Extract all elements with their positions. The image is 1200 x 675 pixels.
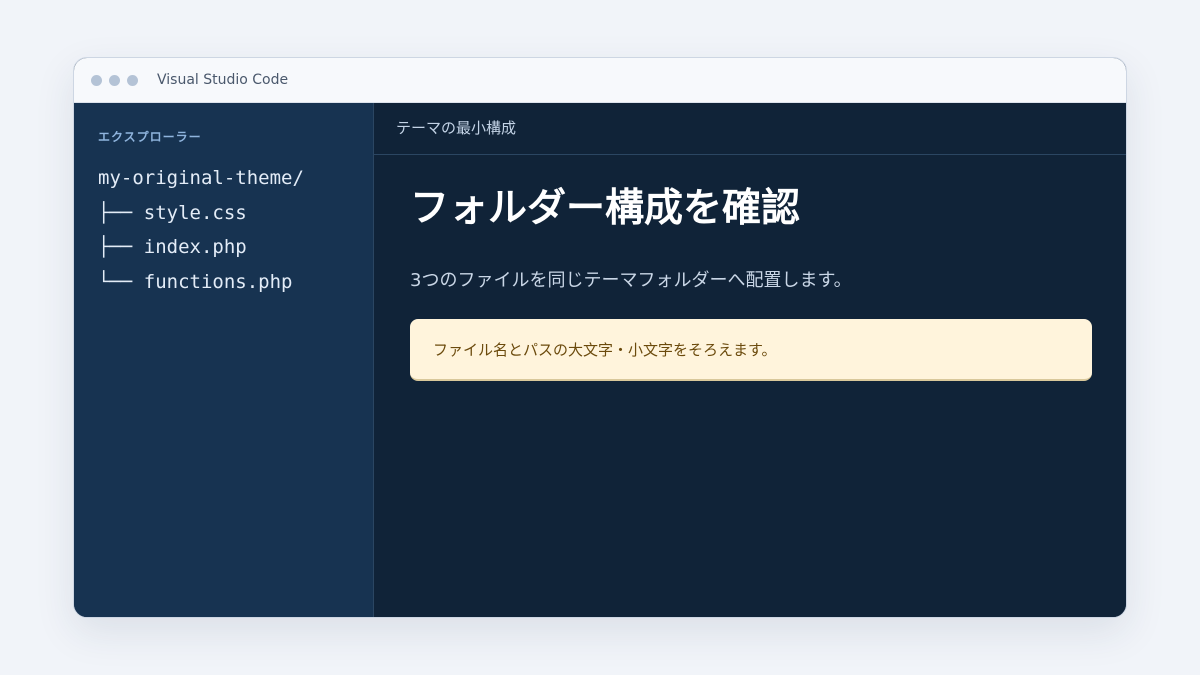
- vscode-window: Visual Studio Code エクスプローラー my-original-…: [73, 57, 1127, 618]
- title-bar: Visual Studio Code: [74, 58, 1126, 103]
- editor-area: テーマの最小構成 フォルダー構成を確認 3つのファイルを同じテーマフォルダーへ配…: [374, 103, 1126, 617]
- page-title: フォルダー構成を確認: [410, 186, 801, 231]
- window-title: Visual Studio Code: [157, 72, 289, 88]
- tree-item-index-php[interactable]: ├── index.php: [98, 230, 304, 265]
- description-text: 3つのファイルを同じテーマフォルダーへ配置します。: [410, 270, 852, 291]
- explorer-heading: エクスプローラー: [98, 130, 202, 144]
- tab-theme-minimum[interactable]: テーマの最小構成: [396, 119, 516, 137]
- file-tree: my-original-theme/ ├── style.css ├── ind…: [98, 161, 304, 299]
- window-control-dot-2[interactable]: [109, 75, 120, 86]
- note-callout: ファイル名とパスの大文字・小文字をそろえます。: [410, 319, 1092, 381]
- tree-item-functions-php[interactable]: └── functions.php: [98, 265, 304, 300]
- tree-item-style-css[interactable]: ├── style.css: [98, 196, 304, 231]
- note-text: ファイル名とパスの大文字・小文字をそろえます。: [433, 341, 777, 359]
- tree-item-folder[interactable]: my-original-theme/: [98, 161, 304, 196]
- tab-bar: テーマの最小構成: [374, 103, 1126, 155]
- window-control-dot-3[interactable]: [127, 75, 138, 86]
- window-control-dot-1[interactable]: [91, 75, 102, 86]
- explorer-sidebar: エクスプローラー my-original-theme/ ├── style.cs…: [74, 103, 374, 617]
